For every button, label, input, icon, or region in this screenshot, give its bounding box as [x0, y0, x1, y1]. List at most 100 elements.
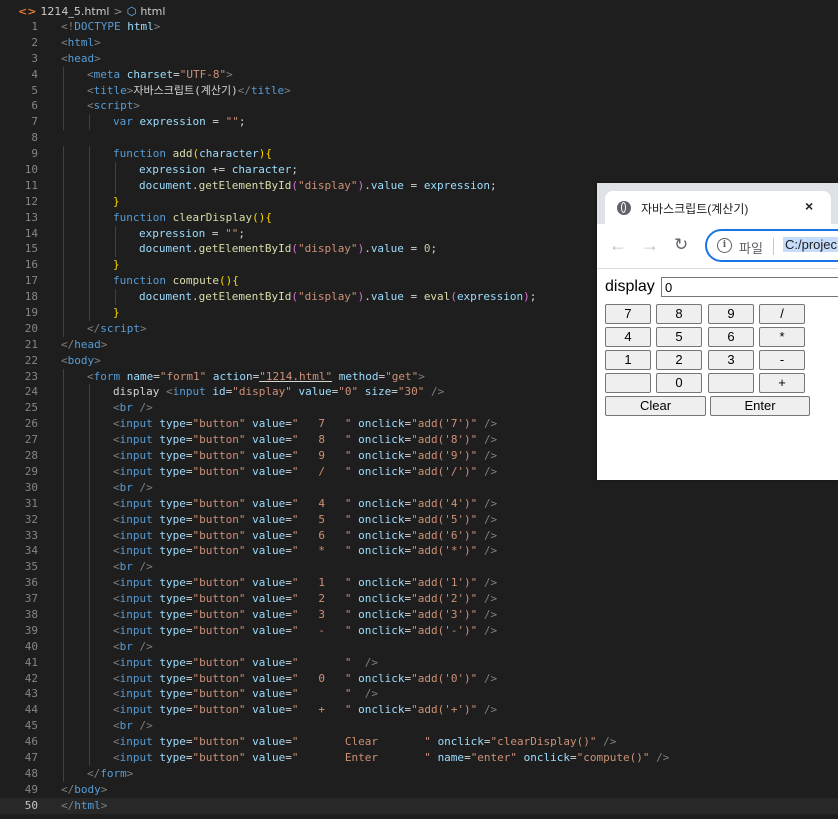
- code-line[interactable]: 42 <input type="button" value=" 0 " oncli…: [0, 670, 838, 687]
- browser-tab[interactable]: 자바스크립트(계산기) ×: [605, 191, 831, 224]
- close-icon[interactable]: ×: [805, 198, 813, 214]
- code-text: <input type="button" value=" 5 " onclick…: [113, 512, 498, 526]
- indent-guide: [63, 241, 64, 258]
- code-text: <input type="button" value=" 7 " onclick…: [113, 417, 498, 431]
- indent-guide: [89, 114, 90, 131]
- indent-guide: [89, 702, 90, 719]
- back-arrow-icon[interactable]: ←: [609, 235, 627, 255]
- code-text: <input type="button" value=" * " onclick…: [113, 544, 498, 558]
- indent-guide: [89, 463, 90, 480]
- calc-key-4[interactable]: 4: [605, 327, 651, 347]
- calc-key--[interactable]: -: [759, 350, 805, 370]
- code-line[interactable]: 4 <meta charset="UTF-8">: [0, 66, 838, 83]
- code-line[interactable]: 36 <input type="button" value=" 1 " oncli…: [0, 575, 838, 592]
- indent-guide: [89, 638, 90, 655]
- forward-arrow-icon[interactable]: →: [641, 235, 659, 255]
- code-line[interactable]: 34 <input type="button" value=" * " oncli…: [0, 543, 838, 560]
- code-line[interactable]: 2 <html>: [0, 35, 838, 51]
- code-line[interactable]: 30 <br />: [0, 479, 838, 496]
- code-line[interactable]: 50 </html>: [0, 797, 838, 814]
- line-number: 26: [24, 417, 38, 431]
- code-text: <form name="form1" action="1214.html" me…: [87, 369, 425, 383]
- indent-guide: [89, 734, 90, 750]
- display-label: display: [605, 278, 655, 295]
- code-line[interactable]: 41 <input type="button" value=" " />: [0, 654, 838, 671]
- indent-guide: [63, 606, 64, 623]
- line-number: 38: [24, 607, 38, 621]
- calc-key-7[interactable]: 7: [605, 304, 651, 324]
- code-line[interactable]: 8: [0, 130, 838, 146]
- code-line[interactable]: 48 </form>: [0, 765, 838, 782]
- code-line[interactable]: 32 <input type="button" value=" 5 " oncli…: [0, 511, 838, 528]
- line-number: 5: [31, 83, 38, 97]
- display-input[interactable]: [661, 277, 838, 297]
- code-line[interactable]: 45 <br />: [0, 718, 838, 735]
- calc-key-*[interactable]: *: [759, 327, 805, 347]
- indent-guide: [89, 559, 90, 576]
- indent-guide: [89, 511, 90, 528]
- code-line[interactable]: 38 <input type="button" value=" 3 " oncli…: [0, 606, 838, 623]
- line-number: 46: [24, 735, 38, 749]
- clear-button[interactable]: Clear: [605, 396, 706, 416]
- line-number: 12: [24, 194, 38, 208]
- calc-key-+[interactable]: +: [759, 373, 805, 393]
- calc-key-2[interactable]: 2: [656, 350, 702, 370]
- code-line[interactable]: 7 var expression = "";: [0, 114, 838, 131]
- calc-key-8[interactable]: 8: [656, 304, 702, 324]
- line-number: 42: [24, 671, 38, 685]
- code-line[interactable]: 3 <head>: [0, 51, 838, 67]
- code-line[interactable]: 46 <input type="button" value=" Clear " o…: [0, 734, 838, 750]
- code-line[interactable]: 33 <input type="button" value=" 6 " oncli…: [0, 527, 838, 544]
- address-bar[interactable]: i 파일 C:/projec: [705, 229, 838, 262]
- reload-icon[interactable]: ↻: [674, 235, 688, 255]
- code-text: document.getElementById("display").value…: [139, 242, 438, 256]
- line-number: 27: [24, 433, 38, 447]
- breadcrumb-file[interactable]: 1214_5.html: [40, 5, 109, 18]
- indent-guide: [89, 241, 90, 258]
- info-icon[interactable]: i: [717, 238, 732, 253]
- code-line[interactable]: 49 </body>: [0, 782, 838, 798]
- indent-guide: [115, 241, 116, 258]
- code-text: }: [113, 194, 120, 208]
- code-line[interactable]: 6 <script>: [0, 98, 838, 115]
- calc-key-9[interactable]: 9: [708, 304, 754, 324]
- code-line[interactable]: 31 <input type="button" value=" 4 " oncli…: [0, 495, 838, 512]
- code-line[interactable]: 35 <br />: [0, 559, 838, 576]
- code-text: <input type="button" value=" Enter " nam…: [113, 750, 670, 764]
- indent-guide: [63, 209, 64, 226]
- code-line[interactable]: 1 <!DOCTYPE html>: [0, 19, 838, 35]
- code-line[interactable]: 37 <input type="button" value=" 2 " oncli…: [0, 591, 838, 607]
- address-bar-file-label: 파일: [739, 241, 763, 256]
- calc-key-3[interactable]: 3: [708, 350, 754, 370]
- code-text: </script>: [87, 321, 147, 335]
- code-line[interactable]: 9 function add(character){: [0, 146, 838, 163]
- calc-key-5[interactable]: 5: [656, 327, 702, 347]
- code-line[interactable]: 40 <br />: [0, 638, 838, 655]
- address-bar-url[interactable]: C:/projec: [783, 237, 838, 252]
- indent-guide: [89, 622, 90, 639]
- code-text: var expression = "";: [113, 115, 246, 129]
- calc-key-0[interactable]: 0: [656, 373, 702, 393]
- code-line[interactable]: 10 expression += character;: [0, 162, 838, 178]
- code-text: function compute(){: [113, 274, 239, 288]
- line-number: 25: [24, 401, 38, 415]
- calc-key-blank[interactable]: [708, 373, 754, 393]
- line-number: 50: [24, 798, 38, 812]
- code-line[interactable]: 43 <input type="button" value=" " />: [0, 686, 838, 703]
- breadcrumb-element[interactable]: html: [140, 5, 165, 18]
- code-text: <br />: [113, 401, 153, 415]
- calc-key-blank[interactable]: [605, 373, 651, 393]
- line-number: 23: [24, 369, 38, 383]
- line-number: 20: [24, 321, 38, 335]
- indent-guide: [63, 765, 64, 782]
- calc-key-1[interactable]: 1: [605, 350, 651, 370]
- enter-button[interactable]: Enter: [710, 396, 810, 416]
- calc-key-/[interactable]: /: [759, 304, 805, 324]
- calc-key-6[interactable]: 6: [708, 327, 754, 347]
- indent-guide: [89, 225, 90, 242]
- indent-guide: [63, 670, 64, 687]
- code-line[interactable]: 39 <input type="button" value=" - " oncli…: [0, 622, 838, 639]
- code-line[interactable]: 5 <title>자바스크립트(계산기)</title>: [0, 82, 838, 99]
- code-line[interactable]: 47 <input type="button" value=" Enter " n…: [0, 749, 838, 766]
- code-line[interactable]: 44 <input type="button" value=" + " oncli…: [0, 702, 838, 719]
